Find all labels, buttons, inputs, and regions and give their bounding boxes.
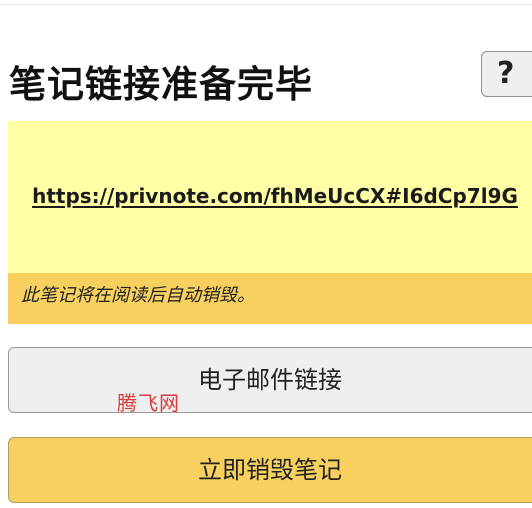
self-destruct-notice: 此笔记将在阅读后自动销毁。 [8, 273, 532, 324]
help-button[interactable]: ? [481, 51, 532, 97]
destroy-note-button[interactable]: 立即销毁笔记 [8, 437, 532, 503]
watermark: 腾飞网 [117, 391, 180, 415]
page-title: 笔记链接准备完毕 [9, 63, 313, 106]
email-link-button[interactable]: 电子邮件链接 [8, 347, 532, 413]
note-link-box: https://privnote.com/fhMeUcCX#I6dCp7l9G [8, 121, 532, 273]
note-link[interactable]: https://privnote.com/fhMeUcCX#I6dCp7l9G [22, 184, 518, 208]
note-ready-page: 笔记链接准备完毕 ? https://privnote.com/fhMeUcCX… [0, 0, 532, 508]
top-divider [0, 0, 532, 5]
help-icon: ? [497, 56, 515, 91]
